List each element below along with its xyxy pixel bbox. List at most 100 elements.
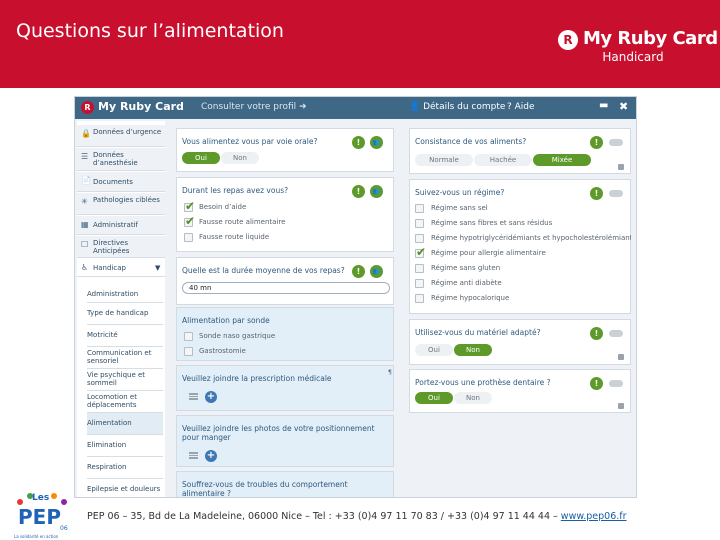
duree-repas-input[interactable]: 40 mn (182, 282, 390, 294)
trash-icon[interactable] (618, 354, 624, 360)
alert-icon[interactable]: ! (590, 136, 603, 149)
checkbox[interactable] (415, 245, 426, 259)
sidebar-subitem-communication[interactable]: Communication et sensoriel (87, 347, 163, 369)
sidebar-item-label: Données d’urgence (93, 128, 162, 136)
add-file-button[interactable]: + (205, 450, 217, 462)
pep-logo-tagline: La solidarité en action (14, 534, 59, 539)
alert-icon[interactable]: ! (590, 377, 603, 390)
question-label: Quelle est la durée moyenne de vos repas… (182, 266, 345, 275)
sidebar-item-label: Pathologies ciblées (93, 196, 160, 204)
menu-icon[interactable] (189, 452, 198, 459)
checkbox[interactable] (415, 294, 424, 303)
checkbox[interactable] (184, 233, 193, 242)
option-label: Régime anti diabète (431, 279, 502, 287)
sidebar-subitem-type-handicap[interactable]: Type de handicap (87, 303, 163, 325)
option-oui[interactable]: Oui (415, 344, 453, 356)
sidebar-subitem-vie-psychique[interactable]: Vie psychique et sommeil (87, 369, 163, 391)
trash-icon[interactable] (618, 164, 624, 170)
asterisk-icon: ✳ (81, 197, 88, 206)
toggle-switch[interactable] (609, 330, 623, 337)
sidebar-subitem-respiration[interactable]: Respiration (87, 457, 163, 479)
account-details-link[interactable]: 👤 Détails du compte (409, 102, 505, 112)
checkbox[interactable] (415, 234, 424, 243)
sidebar-subitem-alimentation[interactable]: Alimentation (87, 413, 163, 435)
lock-icon: 🔒 (81, 129, 91, 138)
brand-logo: R My Ruby Card Handicard (558, 28, 718, 68)
sidebar-item-documents[interactable]: 📄 Documents (77, 172, 165, 192)
view-profile-link[interactable]: Consulter votre profil ➜ (201, 102, 307, 112)
checkbox[interactable] (415, 264, 424, 273)
option-normale[interactable]: Normale (415, 154, 473, 166)
title-banner: Questions sur l’alimentation R My Ruby C… (0, 0, 720, 88)
sidebar-subitem-elimination[interactable]: Elimination (87, 435, 163, 457)
ruby-logo-icon: R (81, 100, 94, 114)
checkbox[interactable] (184, 199, 195, 213)
question-panel-durant-repas: Durant les repas avez vous? ! 👥 Besoin d… (176, 177, 394, 252)
option-label: Régime pour allergie alimentaire (431, 249, 546, 257)
sidebar-subitem-administration[interactable]: Administration (87, 285, 163, 303)
question-label: Veuillez joindre la prescription médical… (182, 374, 332, 383)
option-non[interactable]: Non (454, 392, 492, 404)
question-panel-sonde: Alimentation par sonde Sonde naso gastri… (176, 307, 394, 361)
question-label: Souffrez-vous de troubles du comportemen… (182, 480, 348, 498)
alert-icon[interactable]: ! (352, 136, 365, 149)
trash-icon[interactable] (618, 403, 624, 409)
sidebar-item-anesthesie[interactable]: ☰ Données d’anesthésie (77, 148, 165, 171)
option-mixee[interactable]: Mixée (533, 154, 591, 166)
sidebar-item-label: Handicap (93, 264, 126, 272)
sidebar-item-pathologies[interactable]: ✳ Pathologies ciblées (77, 193, 165, 215)
document-icon: 📄 (81, 176, 91, 185)
checkbox[interactable] (184, 332, 193, 341)
question-label: Portez-vous une prothèse dentaire ? (415, 378, 551, 387)
option-oui[interactable]: Oui (182, 152, 220, 164)
checkbox[interactable] (415, 279, 424, 288)
add-file-button[interactable]: + (205, 391, 217, 403)
question-panel-troubles: Souffrez-vous de troubles du comportemen… (176, 471, 394, 498)
option-label: Régime hypocalorique (431, 294, 510, 302)
alert-icon[interactable]: ! (352, 265, 365, 278)
attachment-icon[interactable]: ¶ (388, 369, 392, 376)
checkbox[interactable] (184, 347, 193, 356)
sidebar-item-urgence[interactable]: 🔒 Données d’urgence (77, 125, 165, 147)
alert-icon[interactable]: ! (590, 327, 603, 340)
minimize-icon[interactable]: ▬ (599, 100, 608, 111)
app-logo[interactable]: R My Ruby Card (81, 100, 184, 116)
chevron-down-icon: ▼ (155, 264, 161, 272)
group-icon[interactable]: 👥 (370, 136, 383, 149)
question-label: Utilisez-vous du matériel adapté? (415, 328, 541, 337)
help-link[interactable]: ? Aide (507, 102, 535, 112)
pep-logo-letters: PEP (18, 505, 61, 529)
option-non[interactable]: Non (454, 344, 492, 356)
checkbox[interactable] (415, 219, 424, 228)
sidebar-item-label: Directives Anticipées (93, 239, 130, 255)
alert-icon[interactable]: ! (590, 187, 603, 200)
sidebar: 🔒 Données d’urgence ☰ Données d’anesthésie… (77, 121, 165, 497)
option-hachee[interactable]: Hachée (474, 154, 532, 166)
close-icon[interactable]: ✖ (619, 100, 628, 113)
alert-icon[interactable]: ! (352, 185, 365, 198)
checkbox[interactable] (184, 214, 195, 228)
option-oui[interactable]: Oui (415, 392, 453, 404)
footer-website-link[interactable]: www.pep06.fr (561, 511, 627, 522)
app-logo-text: My Ruby Card (98, 100, 184, 113)
question-panel-consistance: Consistance de vos aliments? ! Normale H… (409, 128, 631, 174)
slide: Questions sur l’alimentation R My Ruby C… (0, 0, 720, 540)
sidebar-subitem-motricite[interactable]: Motricité (87, 325, 163, 347)
option-non[interactable]: Non (221, 152, 259, 164)
wheelchair-icon: ♿ (81, 263, 89, 272)
toggle-switch[interactable] (609, 190, 623, 197)
toggle-switch[interactable] (609, 139, 623, 146)
group-icon[interactable]: 👥 (370, 265, 383, 278)
option-label: Gastrostomie (199, 347, 246, 355)
sidebar-subitem-locomotion[interactable]: Locomotion et déplacements (87, 391, 163, 413)
sidebar-item-administratif[interactable]: ▦ Administratif (77, 216, 165, 235)
option-label: Fausse route alimentaire (199, 218, 286, 226)
toggle-switch[interactable] (609, 380, 623, 387)
group-icon[interactable]: 👥 (370, 185, 383, 198)
sidebar-item-label: Documents (93, 178, 133, 186)
menu-icon[interactable] (189, 393, 198, 400)
sidebar-subitem-epilepsie[interactable]: Epilepsie et douleurs (87, 479, 163, 497)
sidebar-item-handicap[interactable]: ♿ Handicap ▼ (77, 259, 165, 277)
sidebar-item-directives[interactable]: ☐ Directives Anticipées (77, 236, 165, 258)
checkbox[interactable] (415, 204, 424, 213)
